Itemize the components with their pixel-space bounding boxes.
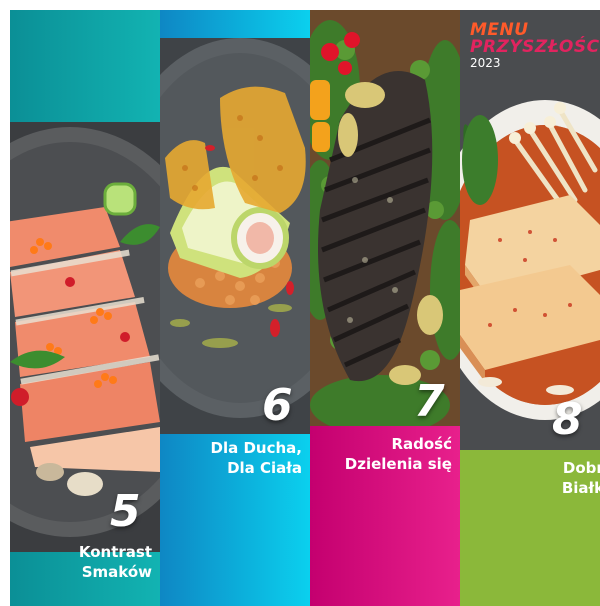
panel-title-7-line2: Dzielenia się: [344, 455, 452, 473]
panel-title-6-line2: Dla Ciała: [227, 459, 302, 477]
panel-title-8-line1: Dobre: [562, 459, 600, 477]
panel-title-8-line2: Białko: [561, 479, 600, 497]
panel-title-7-line1: Radość: [391, 435, 452, 453]
panel-6: 6 Dla Ducha, Dla Ciała: [160, 10, 310, 606]
panel-title-5: Kontrast Smaków: [79, 542, 152, 582]
panel-number-6: 6: [262, 380, 293, 431]
panel-title-5-line1: Kontrast: [78, 543, 152, 561]
tofu-broth-photo: [460, 10, 600, 450]
panel-7: 7 Radość Dzielenia się: [310, 10, 460, 606]
logo-line2: PRZYSZŁOŚCI: [470, 37, 600, 57]
panel-title-5-line2: Smaków: [81, 563, 152, 581]
collage: 5 Kontrast Smaków 6 Dla Ducha, Dla Ciała…: [10, 10, 600, 606]
panel-5: 5 Kontrast Smaków: [10, 10, 160, 606]
panel-number-7: 7: [414, 376, 445, 427]
panel-title-8: Dobre Białko: [562, 458, 600, 498]
panel-8: 8 Dobre Białko: [460, 10, 600, 606]
panel-title-7: Radość Dzielenia się: [345, 434, 452, 474]
menu-logo: MENU PRZYSZŁOŚCI 2023: [470, 22, 600, 71]
fish-roll-photo: [160, 38, 310, 434]
grilled-fish-photo: [310, 10, 460, 426]
panel-title-6-line1: Dla Ducha,: [210, 439, 302, 457]
panel-number-5: 5: [110, 486, 141, 537]
panel-number-8: 8: [552, 394, 583, 445]
logo-year: 2023: [470, 56, 501, 70]
panel-title-6: Dla Ducha, Dla Ciała: [211, 438, 302, 478]
